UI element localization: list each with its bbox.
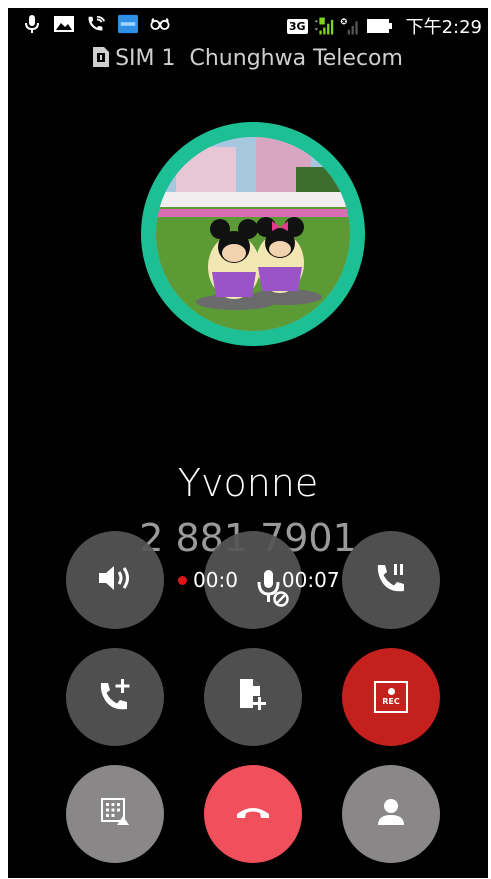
notification-icons	[22, 14, 170, 34]
contacts-button[interactable]	[342, 765, 440, 863]
sim-card-icon	[93, 47, 110, 73]
status-bar: 3G 下午2:29	[8, 8, 488, 38]
network-type-badge: 3G	[286, 18, 308, 34]
no-sim-signal-icon	[340, 16, 360, 36]
recording-indicator-dot	[178, 575, 187, 585]
end-call-icon	[236, 804, 270, 824]
caller-avatar-ring	[141, 122, 365, 346]
microphone-icon	[22, 14, 42, 34]
sim-carrier-line: SIM 1 Chunghwa Telecom	[8, 46, 488, 73]
in-call-screen: 3G 下午2:29 SIM 1 Chunghwa Telecom Yvonne …	[8, 8, 488, 878]
add-call-icon	[98, 678, 132, 716]
sim-label: SIM 1	[115, 46, 176, 71]
caller-avatar	[156, 137, 350, 331]
add-note-button[interactable]	[204, 648, 302, 746]
wifi-call-icon	[86, 14, 106, 34]
call-hold-icon	[375, 562, 407, 598]
status-clock: 下午2:29	[405, 17, 482, 38]
system-icons: 3G 下午2:29	[286, 13, 482, 39]
record-icon: REC	[374, 681, 408, 713]
add-note-icon	[238, 678, 268, 716]
end-call-button[interactable]	[204, 765, 302, 863]
caller-name: Yvonne	[177, 461, 319, 505]
timer-right: 00:07	[281, 568, 340, 592]
hold-button[interactable]	[342, 531, 440, 629]
speaker-button[interactable]	[66, 531, 164, 629]
dialpad-icon	[101, 798, 129, 830]
record-label: REC	[382, 697, 400, 706]
signal-icon	[314, 16, 334, 36]
image-icon	[54, 14, 74, 34]
glasses-icon	[150, 14, 170, 34]
contact-person-icon	[377, 798, 405, 830]
timer-left: 00:0	[193, 568, 238, 592]
carrier-name: Chunghwa Telecom	[189, 46, 403, 71]
record-call-button[interactable]: REC	[342, 648, 440, 746]
call-timer: 00:0 00:07	[178, 568, 340, 592]
dialpad-button[interactable]	[66, 765, 164, 863]
asus-icon	[118, 14, 138, 34]
battery-icon	[366, 16, 394, 36]
speaker-icon	[97, 564, 133, 596]
add-call-button[interactable]	[66, 648, 164, 746]
